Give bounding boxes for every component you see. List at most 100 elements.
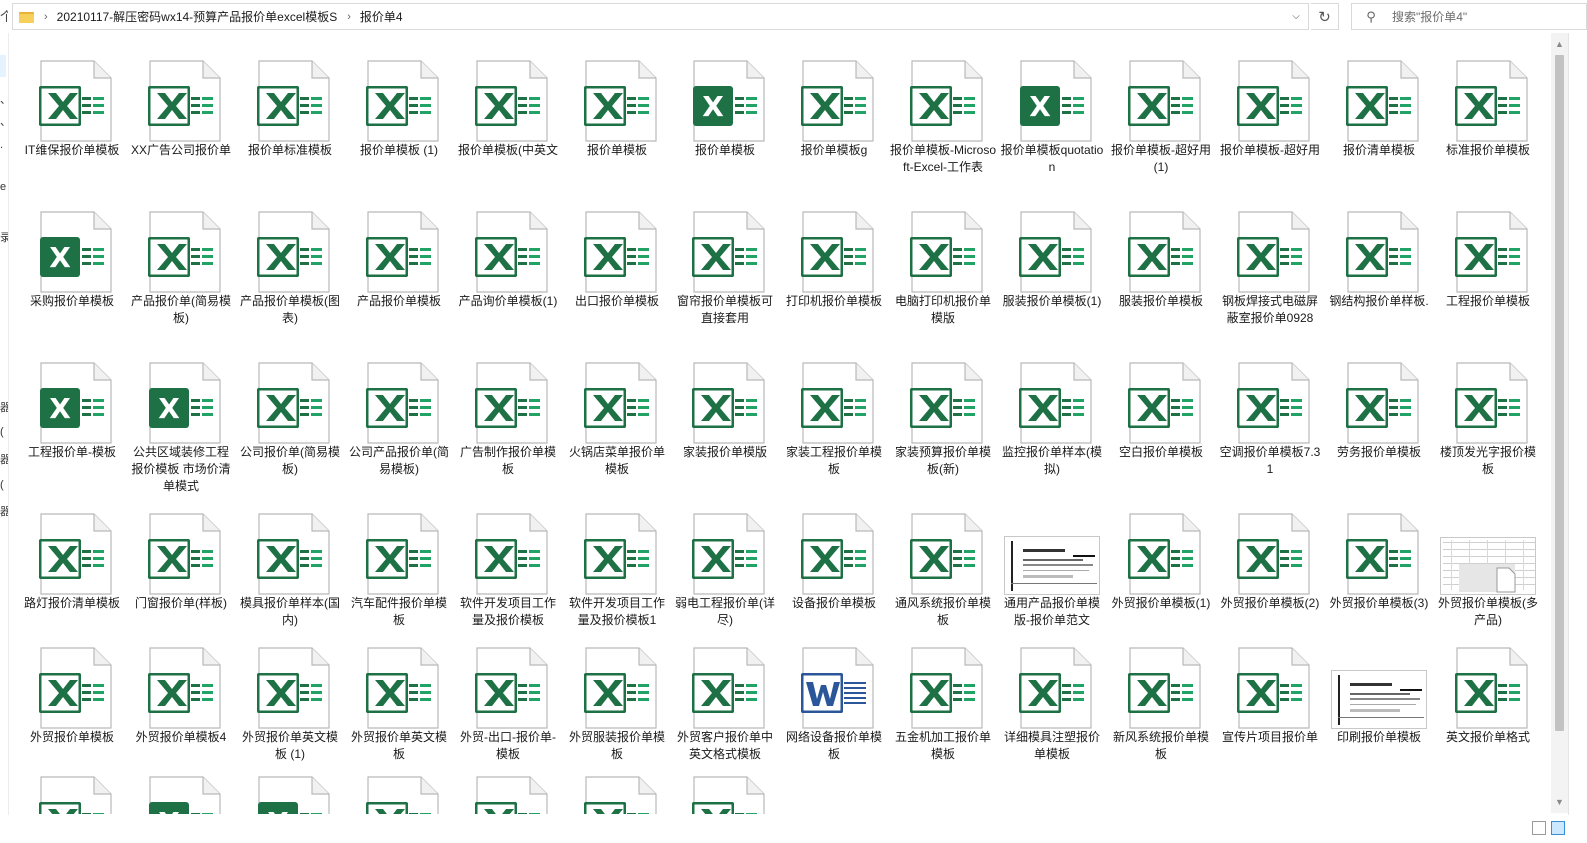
refresh-button[interactable]: ↻ xyxy=(1311,3,1339,30)
nav-item-fragment[interactable]: 录 xyxy=(0,229,8,245)
file-item[interactable]: 宣传片项目报价单 xyxy=(1216,633,1324,746)
file-item[interactable]: 服装报价单模板(1) xyxy=(998,197,1106,310)
nav-selected-item[interactable] xyxy=(0,55,6,77)
file-item[interactable]: 报价单模板 (1) xyxy=(345,46,453,159)
file-item[interactable]: 报价单模板-Microsoft-Excel-工作表 xyxy=(889,46,997,176)
nav-item-fragment[interactable]: 器 xyxy=(0,503,8,519)
file-item[interactable]: X 公共区域装修工程报价模板 市场价清单模式 xyxy=(127,348,235,495)
file-item[interactable]: 电脑打印机报价单模版 xyxy=(889,197,997,327)
file-item[interactable]: X xyxy=(127,762,235,814)
file-item[interactable]: 窗帘报价单模板可直接套用 xyxy=(671,197,779,327)
file-item[interactable]: 通风系统报价单模板 xyxy=(889,499,997,629)
nav-item-fragment[interactable]: 器 xyxy=(0,399,8,415)
file-item[interactable] xyxy=(18,762,126,814)
file-item[interactable]: 家装预算报价单模板(新) xyxy=(889,348,997,478)
file-item[interactable]: 五金机加工报价单模板 xyxy=(889,633,997,763)
file-item[interactable]: 报价单模板(中英文 xyxy=(454,46,562,159)
breadcrumb-item-parent[interactable]: 20210117-解压密码wx14-预算产品报价单excel模板S xyxy=(57,8,338,25)
file-item[interactable]: 网络设备报价单模板 xyxy=(780,633,888,763)
address-dropdown-icon[interactable]: ⌵ xyxy=(1284,4,1308,29)
file-item[interactable]: 广告制作报价单模板 xyxy=(454,348,562,478)
file-item[interactable]: 通用产品报价单模版-报价单范文 xyxy=(998,499,1106,629)
nav-item-fragment[interactable]: ( xyxy=(0,426,8,438)
file-item[interactable]: 新风系统报价单模板 xyxy=(1107,633,1215,763)
file-item[interactable]: 工程报价单模板 xyxy=(1434,197,1542,310)
file-item[interactable]: X xyxy=(236,762,344,814)
large-icons-view-icon[interactable] xyxy=(1551,821,1565,835)
file-item[interactable]: 产品报价单模板(图表) xyxy=(236,197,344,327)
file-item[interactable]: 楼顶发光字报价模板 xyxy=(1434,348,1542,478)
nav-item-fragment[interactable]: e xyxy=(0,181,8,193)
breadcrumb-separator[interactable]: › xyxy=(44,11,48,23)
scroll-up-icon[interactable]: ▲ xyxy=(1551,35,1568,52)
file-item[interactable]: IT维保报价单模板 xyxy=(18,46,126,159)
file-item[interactable]: 外贸客户报价单中英文格式模板 xyxy=(671,633,779,763)
file-item[interactable]: 钢结构报价单样板. xyxy=(1325,197,1433,310)
file-item[interactable]: 外贸报价单英文模板 xyxy=(345,633,453,763)
file-item[interactable]: 外贸服装报价单模板 xyxy=(563,633,671,763)
file-item[interactable]: XX广告公司报价单 xyxy=(127,46,235,159)
details-view-icon[interactable] xyxy=(1532,821,1546,835)
file-item[interactable]: 产品报价单模板 xyxy=(345,197,453,310)
scroll-down-icon[interactable]: ▼ xyxy=(1551,793,1568,810)
file-item[interactable]: 设备报价单模板 xyxy=(780,499,888,612)
file-item[interactable]: X 工程报价单-模板 xyxy=(18,348,126,461)
file-item[interactable]: 报价单模板g xyxy=(780,46,888,159)
file-item[interactable]: 外贸报价单模板 xyxy=(18,633,126,746)
file-item[interactable]: 报价单模板-超好用 xyxy=(1216,46,1324,159)
nav-item-fragment[interactable]: . xyxy=(0,139,8,151)
file-item[interactable]: 监控报价单样本(模拟) xyxy=(998,348,1106,478)
file-item[interactable]: X 采购报价单模板 xyxy=(18,197,126,310)
file-item[interactable]: 软件开发项目工作量及报价模板 xyxy=(454,499,562,629)
file-item[interactable]: 报价清单模板 xyxy=(1325,46,1433,159)
navigation-pane[interactable]: 、、.e录器(器(器 xyxy=(0,33,9,843)
file-item[interactable]: X 报价单模板 xyxy=(671,46,779,159)
file-grid[interactable]: IT维保报价单模板 XX广告公司报价单 报价单标准模板 报价单模板 (1) 报价单模板(… xyxy=(18,38,1550,814)
file-item[interactable]: 报价单模板 xyxy=(563,46,671,159)
file-item[interactable]: 英文报价单格式 xyxy=(1434,633,1542,746)
file-item[interactable]: 标准报价单模板 xyxy=(1434,46,1542,159)
file-item[interactable]: 模具报价单样本(国内) xyxy=(236,499,344,629)
file-item[interactable]: 外贸报价单英文模板 (1) xyxy=(236,633,344,763)
file-item[interactable]: 门窗报价单(样板) xyxy=(127,499,235,612)
address-bar[interactable]: › 20210117-解压密码wx14-预算产品报价单excel模板S › 报价… xyxy=(12,3,1309,30)
file-item[interactable]: 软件开发项目工作量及报价模板1 xyxy=(563,499,671,629)
file-item[interactable]: 印刷报价单模板 xyxy=(1325,633,1433,746)
file-item[interactable]: 外贸报价单模板(3) xyxy=(1325,499,1433,612)
nav-item-fragment[interactable]: 器 xyxy=(0,451,8,467)
file-item[interactable]: 外贸报价单模板(1) xyxy=(1107,499,1215,612)
file-item[interactable]: 详细模具注塑报价单模板 xyxy=(998,633,1106,763)
file-item[interactable]: 家装工程报价单模板 xyxy=(780,348,888,478)
file-item[interactable]: 空白报价单模板 xyxy=(1107,348,1215,461)
nav-item-fragment[interactable]: ( xyxy=(0,479,8,491)
file-item[interactable] xyxy=(671,762,779,814)
file-item[interactable]: 火锅店菜单报价单模板 xyxy=(563,348,671,478)
file-item[interactable] xyxy=(345,762,453,814)
file-item[interactable]: 弱电工程报价单(详尽) xyxy=(671,499,779,629)
breadcrumb-item-current[interactable]: 报价单4 xyxy=(360,8,403,25)
file-item[interactable]: 外贸-出口-报价单-模板 xyxy=(454,633,562,763)
file-item[interactable]: 公司产品报价单(简易模板) xyxy=(345,348,453,478)
file-item[interactable]: 路灯报价清单模板 xyxy=(18,499,126,612)
file-item[interactable]: 公司报价单(简易模板) xyxy=(236,348,344,478)
file-item[interactable]: 家装报价单模版 xyxy=(671,348,779,461)
nav-item-fragment[interactable]: 、 xyxy=(0,91,8,107)
file-item[interactable] xyxy=(454,762,562,814)
file-item[interactable]: 打印机报价单模板 xyxy=(780,197,888,310)
file-item[interactable]: 产品询价单模板(1) xyxy=(454,197,562,310)
file-item[interactable]: 报价单模板-超好用 (1) xyxy=(1107,46,1215,176)
up-button[interactable]: 个 xyxy=(0,6,8,26)
breadcrumb-separator[interactable]: › xyxy=(347,11,351,23)
file-item[interactable]: 劳务报价单模板 xyxy=(1325,348,1433,461)
vertical-scrollbar[interactable]: ▲ ▼ xyxy=(1551,33,1568,813)
search-box[interactable]: ⚲ 搜索"报价单4" xyxy=(1351,3,1587,30)
file-item[interactable]: 产品报价单(简易模板) xyxy=(127,197,235,327)
nav-item-fragment[interactable]: 、 xyxy=(0,113,8,129)
file-item[interactable]: 钢板焊接式电磁屏蔽室报价单0928 xyxy=(1216,197,1324,327)
file-item[interactable]: 空调报价单模板7.31 xyxy=(1216,348,1324,478)
file-item[interactable] xyxy=(563,762,671,814)
file-item[interactable]: 汽车配件报价单模板 xyxy=(345,499,453,629)
file-item[interactable]: 出口报价单模板 xyxy=(563,197,671,310)
file-item[interactable]: 外贸报价单模板4 xyxy=(127,633,235,746)
scrollbar-thumb[interactable] xyxy=(1555,55,1564,731)
